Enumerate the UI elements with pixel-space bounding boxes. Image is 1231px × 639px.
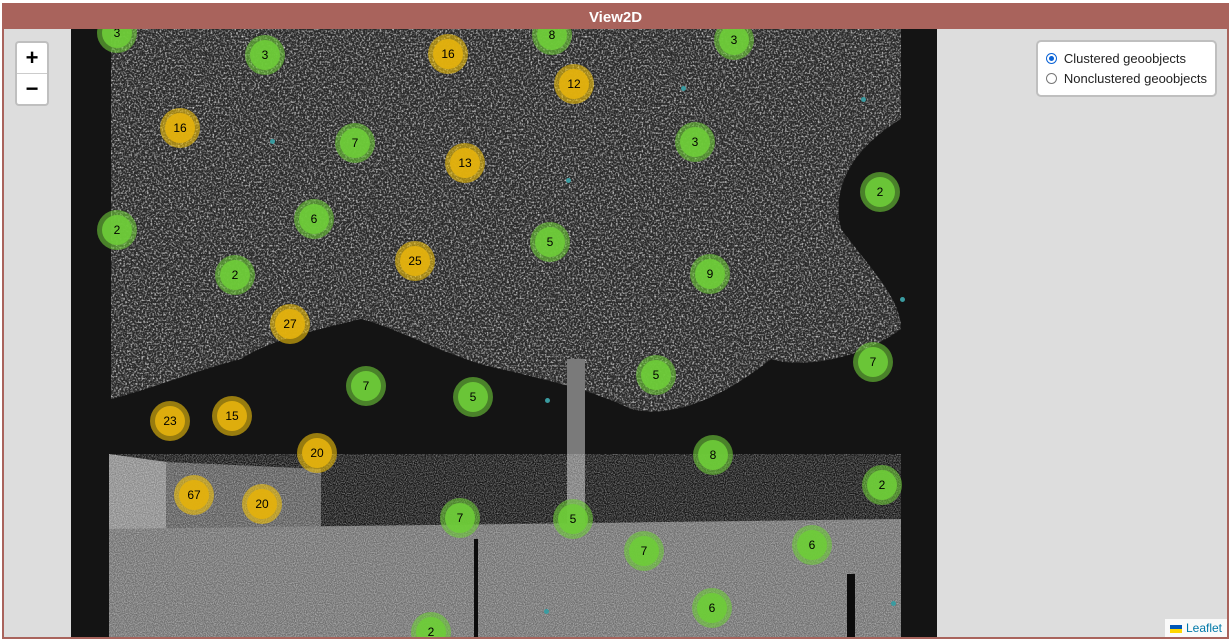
cluster-marker[interactable]: 15 <box>212 396 252 436</box>
point-marker[interactable] <box>270 139 275 144</box>
cluster-count: 3 <box>719 29 749 55</box>
cluster-count: 7 <box>340 128 370 158</box>
zoom-in-button[interactable]: + <box>17 43 47 73</box>
cluster-marker[interactable]: 3 <box>675 122 715 162</box>
cluster-marker[interactable]: 2 <box>97 210 137 250</box>
cluster-marker[interactable]: 6 <box>294 199 334 239</box>
cluster-count: 23 <box>155 406 185 436</box>
clustered-radio[interactable] <box>1045 52 1057 64</box>
cluster-marker[interactable]: 16 <box>160 108 200 148</box>
cluster-marker[interactable]: 6 <box>792 525 832 565</box>
cluster-count: 2 <box>865 177 895 207</box>
cluster-count: 6 <box>797 530 827 560</box>
cluster-marker[interactable]: 7 <box>624 531 664 571</box>
cluster-count: 27 <box>275 309 305 339</box>
cluster-marker[interactable]: 2 <box>215 255 255 295</box>
cluster-count: 6 <box>299 204 329 234</box>
zoom-out-button[interactable]: − <box>17 73 47 104</box>
cluster-count: 15 <box>217 401 247 431</box>
cluster-count: 3 <box>102 29 132 48</box>
cluster-count: 2 <box>867 470 897 500</box>
cluster-count: 3 <box>680 127 710 157</box>
point-marker[interactable] <box>861 97 866 102</box>
cluster-marker[interactable]: 12 <box>554 64 594 104</box>
cluster-count: 20 <box>302 438 332 468</box>
cluster-count: 6 <box>697 593 727 623</box>
cluster-marker[interactable]: 20 <box>242 484 282 524</box>
cluster-marker[interactable]: 16 <box>428 34 468 74</box>
cluster-marker[interactable]: 27 <box>270 304 310 344</box>
cluster-marker[interactable]: 13 <box>445 143 485 183</box>
layer-option-label: Nonclustered geoobjects <box>1063 70 1207 86</box>
zoom-control: + − <box>15 41 49 106</box>
cluster-marker[interactable]: 8 <box>693 435 733 475</box>
point-marker[interactable] <box>545 398 550 403</box>
cluster-marker[interactable]: 2 <box>862 465 902 505</box>
cluster-marker[interactable]: 7 <box>335 123 375 163</box>
cluster-count: 67 <box>179 480 209 510</box>
layer-option-clustered[interactable]: Clustered geoobjects <box>1045 48 1207 68</box>
cluster-marker[interactable]: 5 <box>553 499 593 539</box>
cluster-marker[interactable]: 7 <box>346 366 386 406</box>
cluster-marker[interactable]: 3 <box>245 35 285 75</box>
cluster-marker[interactable]: 20 <box>297 433 337 473</box>
cluster-count: 2 <box>220 260 250 290</box>
cluster-marker[interactable]: 2 <box>860 172 900 212</box>
cluster-marker[interactable]: 6 <box>692 588 732 628</box>
cluster-count: 20 <box>247 489 277 519</box>
cluster-count: 16 <box>165 113 195 143</box>
cluster-count: 5 <box>535 227 565 257</box>
cluster-count: 7 <box>445 503 475 533</box>
point-marker[interactable] <box>900 297 905 302</box>
cluster-count: 2 <box>102 215 132 245</box>
view2d-window: View2D + − Clustered geoobjects Nonclust… <box>2 3 1229 639</box>
cluster-count: 3 <box>250 40 280 70</box>
map-container[interactable]: + − Clustered geoobjects Nonclustered ge… <box>4 29 1227 637</box>
nonclustered-radio[interactable] <box>1045 72 1057 84</box>
attribution: Leaflet <box>1164 619 1227 637</box>
layer-control: Clustered geoobjects Nonclustered geoobj… <box>1035 40 1217 97</box>
cluster-marker[interactable]: 5 <box>530 222 570 262</box>
cluster-count: 7 <box>351 371 381 401</box>
cluster-marker[interactable]: 23 <box>150 401 190 441</box>
cluster-count: 9 <box>695 259 725 289</box>
cluster-count: 5 <box>558 504 588 534</box>
cluster-marker[interactable]: 25 <box>395 241 435 281</box>
cluster-marker[interactable]: 5 <box>453 377 493 417</box>
cluster-count: 5 <box>641 360 671 390</box>
point-marker[interactable] <box>566 178 571 183</box>
cluster-count: 16 <box>433 39 463 69</box>
cluster-marker[interactable]: 7 <box>853 342 893 382</box>
cluster-count: 8 <box>537 29 567 50</box>
cluster-count: 13 <box>450 148 480 178</box>
leaflet-link[interactable]: Leaflet <box>1186 621 1222 635</box>
point-marker[interactable] <box>891 601 896 606</box>
window-title: View2D <box>4 5 1227 29</box>
cluster-count: 25 <box>400 246 430 276</box>
cluster-marker[interactable]: 9 <box>690 254 730 294</box>
cluster-count: 8 <box>698 440 728 470</box>
point-marker[interactable] <box>544 609 549 614</box>
layer-option-nonclustered[interactable]: Nonclustered geoobjects <box>1045 68 1207 88</box>
cluster-count: 7 <box>858 347 888 377</box>
cluster-marker[interactable]: 7 <box>440 498 480 538</box>
cluster-count: 5 <box>458 382 488 412</box>
cluster-count: 7 <box>629 536 659 566</box>
layer-option-label: Clustered geoobjects <box>1063 50 1187 66</box>
ukraine-flag-icon <box>1169 624 1182 633</box>
cluster-marker[interactable]: 67 <box>174 475 214 515</box>
cluster-marker[interactable]: 5 <box>636 355 676 395</box>
cluster-count: 2 <box>416 617 446 637</box>
point-marker[interactable] <box>681 86 686 91</box>
cluster-count: 12 <box>559 69 589 99</box>
